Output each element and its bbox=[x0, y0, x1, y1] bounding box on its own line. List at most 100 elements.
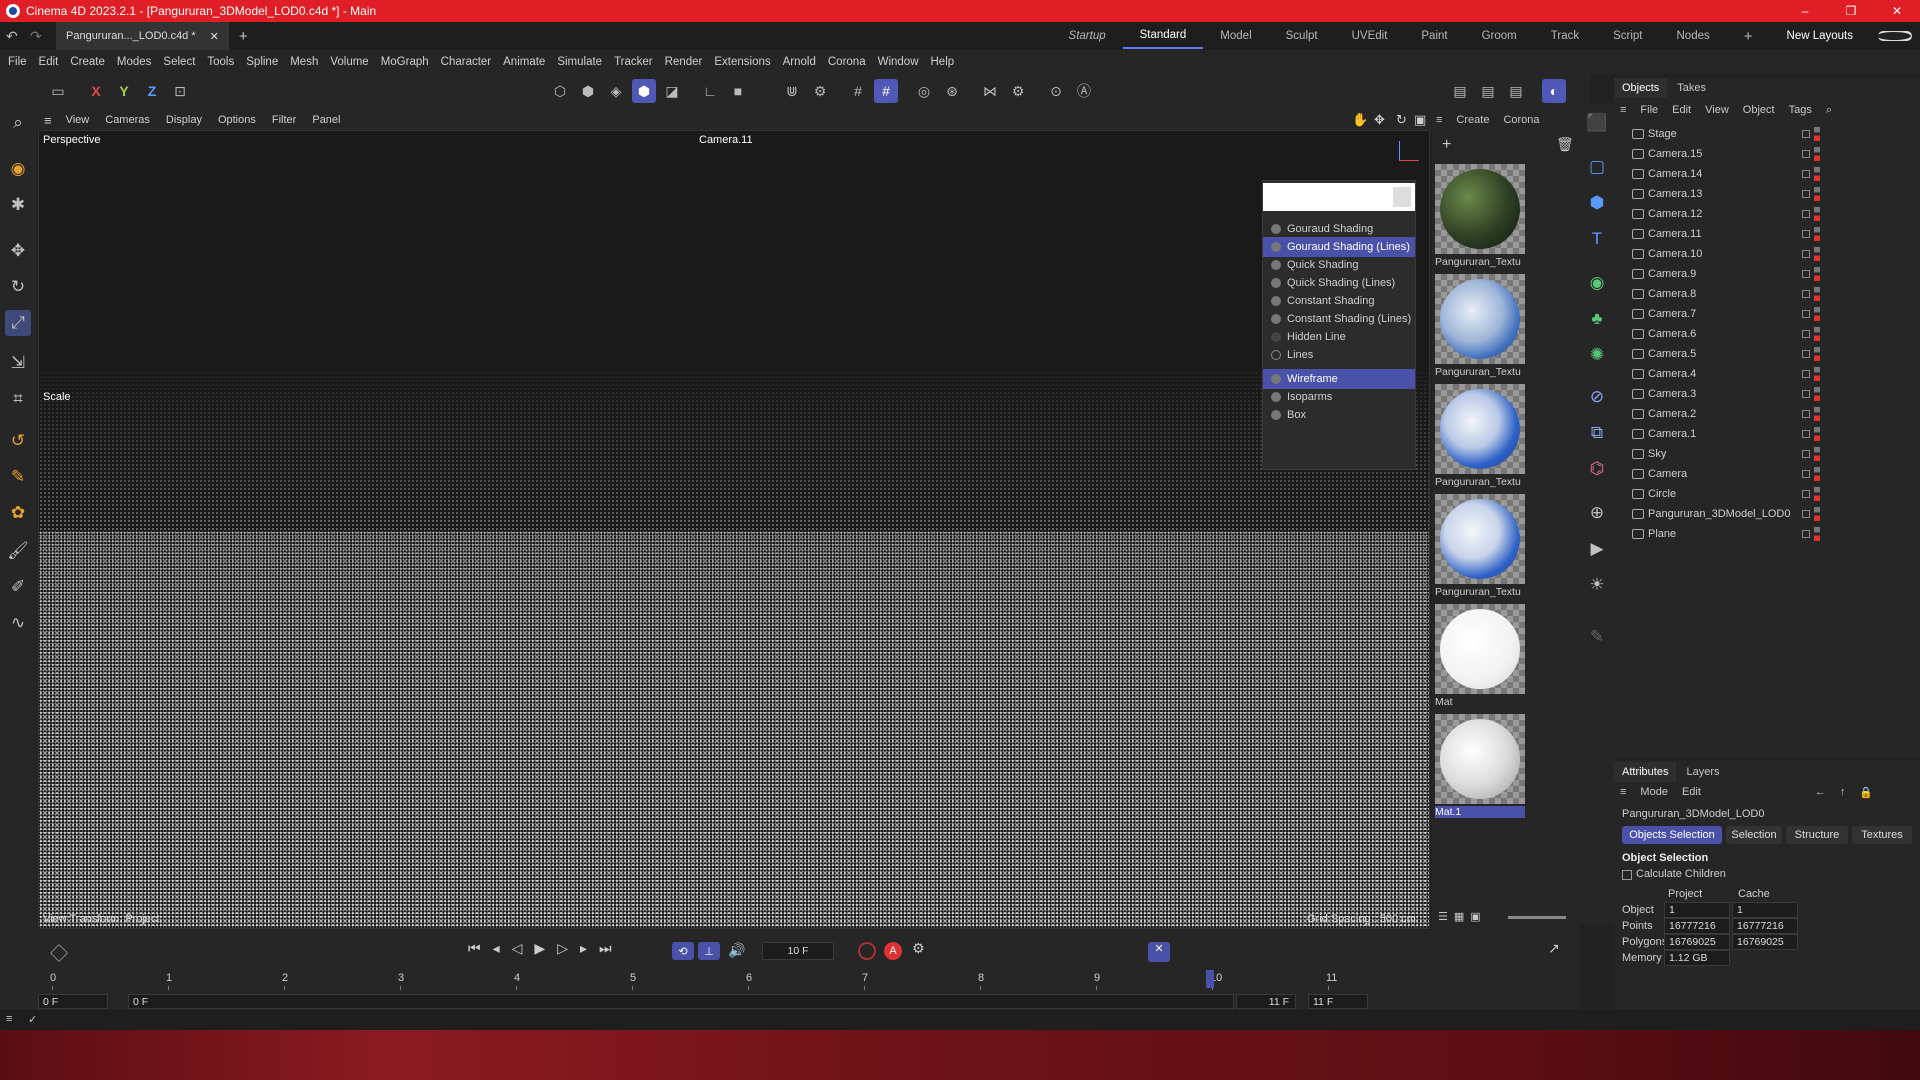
shading-item-lines[interactable]: Lines bbox=[1263, 345, 1415, 365]
up-arrow-icon[interactable]: ↑ bbox=[1840, 786, 1846, 798]
menu-file[interactable]: File bbox=[8, 56, 27, 68]
polygons-mode-icon[interactable]: ◈ bbox=[604, 79, 628, 103]
next-frame-icon[interactable]: ▷ bbox=[557, 940, 568, 957]
object-row[interactable]: Camera.3 bbox=[1614, 384, 1920, 404]
object-row[interactable]: Pangururan_3DModel_LOD0 bbox=[1614, 504, 1920, 524]
search-icon[interactable]: ⌕ bbox=[5, 110, 31, 136]
shading-item-constant[interactable]: Constant Shading bbox=[1263, 291, 1415, 311]
subtab-structure[interactable]: Structure bbox=[1786, 826, 1848, 844]
material-swatch[interactable]: Pangururan_Textu bbox=[1435, 384, 1525, 492]
layer-tag-icon[interactable] bbox=[1802, 350, 1810, 358]
workplane-icon[interactable]: # bbox=[874, 79, 898, 103]
light-palette-icon[interactable]: ☀ bbox=[1584, 572, 1610, 598]
menu-select[interactable]: Select bbox=[163, 56, 195, 68]
material-menu-corona[interactable]: Corona bbox=[1503, 114, 1539, 126]
object-row[interactable]: Camera.13 bbox=[1614, 184, 1920, 204]
layer-tag-icon[interactable] bbox=[1802, 250, 1810, 258]
visibility-dots-icon[interactable] bbox=[1814, 507, 1820, 521]
grid-view-icon[interactable]: ▦ bbox=[1454, 910, 1464, 923]
volume-palette-icon[interactable]: ⧉ bbox=[1584, 420, 1610, 446]
sound-icon[interactable]: 🔊 bbox=[728, 942, 745, 959]
x-axis-lock-button[interactable]: X bbox=[84, 79, 108, 103]
layer-tag-icon[interactable] bbox=[1802, 430, 1810, 438]
visibility-dots-icon[interactable] bbox=[1814, 447, 1820, 461]
vp-menu-cameras[interactable]: Cameras bbox=[105, 114, 150, 126]
selection-tool-icon[interactable]: ◉ bbox=[5, 156, 31, 182]
transform-tool-icon[interactable]: ⇲ bbox=[5, 350, 31, 376]
menu-help[interactable]: Help bbox=[931, 56, 955, 68]
menu-tracker[interactable]: Tracker bbox=[614, 56, 653, 68]
object-row[interactable]: Camera.1 bbox=[1614, 424, 1920, 444]
tab-takes[interactable]: Takes bbox=[1667, 82, 1716, 94]
layout-sculpt[interactable]: Sculpt bbox=[1269, 30, 1335, 42]
layout-track[interactable]: Track bbox=[1534, 30, 1596, 42]
object-row[interactable]: Camera.2 bbox=[1614, 404, 1920, 424]
material-swatch-selected[interactable]: Mat.1 bbox=[1435, 714, 1525, 822]
layout-toggle-icon[interactable] bbox=[1870, 30, 1920, 42]
visibility-dots-icon[interactable] bbox=[1814, 427, 1820, 441]
material-swatch[interactable]: Mat bbox=[1435, 604, 1525, 712]
next-key-icon[interactable]: ▸ bbox=[580, 940, 587, 957]
shading-item-gouraud-lines[interactable]: Gouraud Shading (Lines) bbox=[1263, 237, 1415, 257]
deformer-palette-icon[interactable]: ◉ bbox=[1584, 270, 1610, 296]
menu-create[interactable]: Create bbox=[70, 56, 105, 68]
render-view-icon[interactable]: ⊙ bbox=[1044, 79, 1068, 103]
spline-tool-icon[interactable]: ⌗ bbox=[5, 386, 31, 412]
command-palette-icon[interactable]: ▭ bbox=[46, 79, 70, 103]
search-clear-icon[interactable] bbox=[1393, 187, 1411, 207]
interactive-render-icon[interactable]: ◐ bbox=[1542, 79, 1566, 103]
layer-tag-icon[interactable] bbox=[1802, 130, 1810, 138]
autokey-icon[interactable]: Ⓐ bbox=[1072, 79, 1096, 103]
layer-tag-icon[interactable] bbox=[1802, 530, 1810, 538]
object-row[interactable]: Camera.8 bbox=[1614, 284, 1920, 304]
loop-icon[interactable]: ⟲ bbox=[672, 942, 694, 960]
new-layouts-label[interactable]: New Layouts bbox=[1770, 30, 1870, 42]
y-axis-lock-button[interactable]: Y bbox=[112, 79, 136, 103]
menu-corona[interactable]: Corona bbox=[828, 56, 866, 68]
preview-start-field[interactable]: 0 F bbox=[128, 994, 1234, 1009]
layer-tag-icon[interactable] bbox=[1802, 510, 1810, 518]
redo-icon[interactable]: ↷ bbox=[30, 28, 42, 45]
layer-tag-icon[interactable] bbox=[1802, 370, 1810, 378]
objects-menu-file[interactable]: File bbox=[1640, 104, 1658, 116]
vp-menu-display[interactable]: Display bbox=[166, 114, 202, 126]
text-palette-icon[interactable]: T bbox=[1584, 226, 1610, 252]
current-frame-field[interactable]: 10 F bbox=[762, 942, 834, 960]
visibility-dots-icon[interactable] bbox=[1814, 247, 1820, 261]
layer-tag-icon[interactable] bbox=[1802, 330, 1810, 338]
material-swatch[interactable]: Pangururan_Textu bbox=[1435, 494, 1525, 602]
rotate-view-icon[interactable]: ↻ bbox=[1396, 112, 1407, 128]
object-row[interactable]: Camera.11 bbox=[1614, 224, 1920, 244]
visibility-dots-icon[interactable] bbox=[1814, 487, 1820, 501]
object-row[interactable]: Camera.14 bbox=[1614, 164, 1920, 184]
field-palette-icon[interactable]: ⊘ bbox=[1584, 384, 1610, 410]
shading-item-isoparms[interactable]: Isoparms bbox=[1263, 387, 1415, 407]
object-row[interactable]: Circle bbox=[1614, 484, 1920, 504]
layer-tag-icon[interactable] bbox=[1802, 410, 1810, 418]
menu-simulate[interactable]: Simulate bbox=[557, 56, 602, 68]
vp-menu-view[interactable]: View bbox=[66, 114, 90, 126]
menu-tools[interactable]: Tools bbox=[207, 56, 234, 68]
menu-animate[interactable]: Animate bbox=[503, 56, 545, 68]
visibility-dots-icon[interactable] bbox=[1814, 147, 1820, 161]
material-swatch[interactable]: Pangururan_Textu bbox=[1435, 164, 1525, 272]
visibility-dots-icon[interactable] bbox=[1814, 227, 1820, 241]
maximize-view-icon[interactable]: ▣ bbox=[1414, 112, 1426, 128]
material-hamburger-icon[interactable]: ≡ bbox=[1436, 114, 1442, 126]
vp-menu-panel[interactable]: Panel bbox=[312, 114, 340, 126]
paint-tool-icon[interactable]: ✿ bbox=[5, 500, 31, 526]
timeline-ruler[interactable]: 0 1 2 3 4 5 6 7 8 9 10 11 bbox=[50, 970, 1346, 990]
visibility-dots-icon[interactable] bbox=[1814, 327, 1820, 341]
visibility-dots-icon[interactable] bbox=[1814, 387, 1820, 401]
edges-mode-icon[interactable]: ⬢ bbox=[576, 79, 600, 103]
edit-palette-icon[interactable]: ✎ bbox=[1584, 624, 1610, 650]
menu-character[interactable]: Character bbox=[441, 56, 492, 68]
layer-tag-icon[interactable] bbox=[1802, 310, 1810, 318]
record-icon[interactable] bbox=[858, 942, 876, 960]
visibility-dots-icon[interactable] bbox=[1814, 307, 1820, 321]
visibility-dots-icon[interactable] bbox=[1814, 407, 1820, 421]
menu-modes[interactable]: Modes bbox=[117, 56, 152, 68]
rotate-tool-icon[interactable]: ↻ bbox=[5, 274, 31, 300]
visibility-dots-icon[interactable] bbox=[1814, 287, 1820, 301]
menu-mograph[interactable]: MoGraph bbox=[381, 56, 429, 68]
